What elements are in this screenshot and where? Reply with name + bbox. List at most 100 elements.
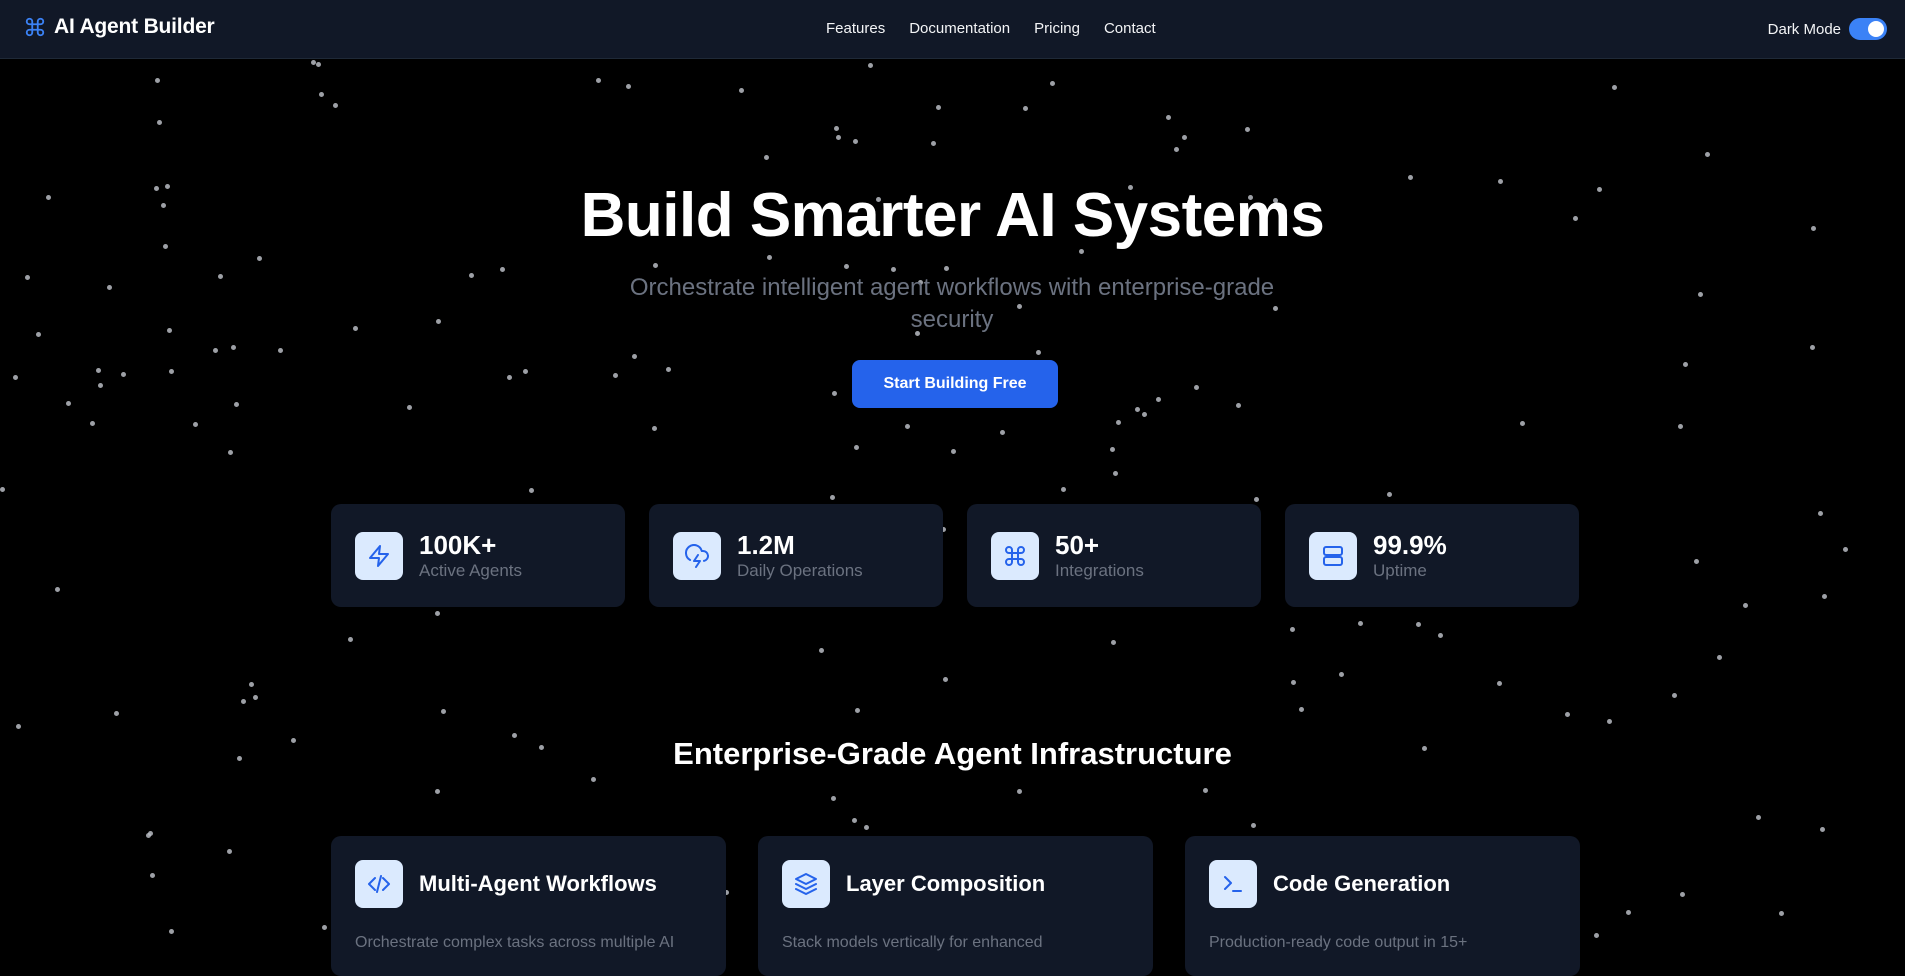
feature-card-layers[interactable]: Layer Composition Stack models verticall… bbox=[758, 836, 1153, 976]
start-building-button[interactable]: Start Building Free bbox=[852, 360, 1058, 408]
star-dot bbox=[1290, 627, 1295, 632]
star-dot bbox=[1116, 420, 1121, 425]
star-dot bbox=[0, 487, 5, 492]
feature-description: Stack models vertically for enhanced bbox=[782, 934, 1043, 951]
stats-row: 100K+ Active Agents 1.2M Daily Operation… bbox=[331, 504, 1579, 607]
star-dot bbox=[1520, 421, 1525, 426]
star-dot bbox=[1743, 603, 1748, 608]
toggle-knob bbox=[1868, 21, 1884, 37]
star-dot bbox=[613, 373, 618, 378]
star-dot bbox=[1565, 712, 1570, 717]
star-dot bbox=[832, 391, 837, 396]
star-dot bbox=[114, 711, 119, 716]
feature-cards: Multi-Agent Workflows Orchestrate comple… bbox=[331, 836, 1580, 976]
star-dot bbox=[1678, 424, 1683, 429]
star-dot bbox=[1717, 655, 1722, 660]
feature-title: Layer Composition bbox=[846, 871, 1046, 896]
star-dot bbox=[1135, 407, 1140, 412]
star-dot bbox=[626, 84, 631, 89]
star-dot bbox=[1339, 672, 1344, 677]
terminal-icon bbox=[1209, 860, 1257, 908]
stat-label: Daily Operations bbox=[737, 560, 863, 580]
star-dot bbox=[1036, 350, 1041, 355]
stat-value: 1.2M bbox=[737, 529, 795, 560]
starfield-background bbox=[0, 0, 1905, 944]
star-dot bbox=[436, 319, 441, 324]
star-dot bbox=[1594, 933, 1599, 938]
star-dot bbox=[316, 62, 321, 67]
star-dot bbox=[1698, 292, 1703, 297]
star-dot bbox=[1023, 106, 1028, 111]
server-icon bbox=[1309, 531, 1357, 580]
star-dot bbox=[13, 375, 18, 380]
star-dot bbox=[249, 682, 254, 687]
star-dot bbox=[739, 88, 744, 93]
command-icon bbox=[24, 16, 46, 38]
star-dot bbox=[1194, 385, 1199, 390]
stat-card-uptime: 99.9% Uptime bbox=[1285, 504, 1579, 607]
star-dot bbox=[25, 275, 30, 280]
star-dot bbox=[1497, 681, 1502, 686]
star-dot bbox=[55, 587, 60, 592]
section-title: Enterprise-Grade Agent Infrastructure bbox=[673, 736, 1232, 771]
star-dot bbox=[66, 401, 71, 406]
star-dot bbox=[529, 488, 534, 493]
star-dot bbox=[98, 383, 103, 388]
star-dot bbox=[1182, 135, 1187, 140]
star-dot bbox=[905, 424, 910, 429]
star-dot bbox=[1111, 640, 1116, 645]
nav-link-pricing[interactable]: Pricing bbox=[1034, 20, 1080, 37]
star-dot bbox=[228, 450, 233, 455]
top-navbar: AI Agent Builder Features Documentation … bbox=[0, 0, 1905, 59]
star-dot bbox=[653, 263, 658, 268]
stat-label: Integrations bbox=[1055, 560, 1144, 580]
stat-label: Active Agents bbox=[419, 560, 523, 580]
star-dot bbox=[666, 367, 671, 372]
stat-value: 50+ bbox=[1055, 529, 1100, 560]
nav-link-documentation[interactable]: Documentation bbox=[909, 20, 1010, 37]
feature-title: Multi-Agent Workflows bbox=[419, 871, 657, 896]
star-dot bbox=[652, 426, 657, 431]
star-dot bbox=[234, 402, 239, 407]
brand-logo[interactable]: AI Agent Builder bbox=[24, 15, 215, 39]
star-dot bbox=[167, 328, 172, 333]
dark-mode-label: Dark Mode bbox=[1767, 20, 1841, 38]
command-icon bbox=[991, 531, 1039, 580]
star-dot bbox=[1251, 823, 1256, 828]
star-dot bbox=[834, 126, 839, 131]
star-dot bbox=[1705, 152, 1710, 157]
star-dot bbox=[96, 368, 101, 373]
star-dot bbox=[1166, 115, 1171, 120]
stat-card-operations: 1.2M Daily Operations bbox=[649, 504, 943, 607]
star-dot bbox=[348, 637, 353, 642]
star-dot bbox=[353, 326, 358, 331]
nav-link-features[interactable]: Features bbox=[826, 20, 885, 37]
star-dot bbox=[435, 789, 440, 794]
star-dot bbox=[853, 139, 858, 144]
stat-card-agents: 100K+ Active Agents bbox=[331, 504, 625, 607]
star-dot bbox=[1822, 594, 1827, 599]
star-dot bbox=[157, 120, 162, 125]
star-dot bbox=[435, 611, 440, 616]
star-dot bbox=[155, 78, 160, 83]
star-dot bbox=[241, 699, 246, 704]
stat-value: 100K+ bbox=[419, 529, 497, 560]
stat-card-integrations: 50+ Integrations bbox=[967, 504, 1261, 607]
feature-description: Production-ready code output in 15+ bbox=[1209, 934, 1468, 951]
star-dot bbox=[936, 105, 941, 110]
star-dot bbox=[1174, 147, 1179, 152]
dark-mode-toggle[interactable] bbox=[1849, 18, 1887, 40]
feature-card-workflows[interactable]: Multi-Agent Workflows Orchestrate comple… bbox=[331, 836, 726, 976]
star-dot bbox=[169, 369, 174, 374]
star-dot bbox=[944, 266, 949, 271]
star-dot bbox=[1810, 345, 1815, 350]
feature-card-codegen[interactable]: Code Generation Production-ready code ou… bbox=[1185, 836, 1580, 976]
star-dot bbox=[1438, 633, 1443, 638]
star-dot bbox=[951, 449, 956, 454]
star-dot bbox=[507, 375, 512, 380]
star-dot bbox=[218, 274, 223, 279]
nav-link-contact[interactable]: Contact bbox=[1104, 20, 1156, 37]
star-dot bbox=[864, 825, 869, 830]
star-dot bbox=[831, 796, 836, 801]
nav-links: Features Documentation Pricing Contact bbox=[826, 20, 1156, 37]
